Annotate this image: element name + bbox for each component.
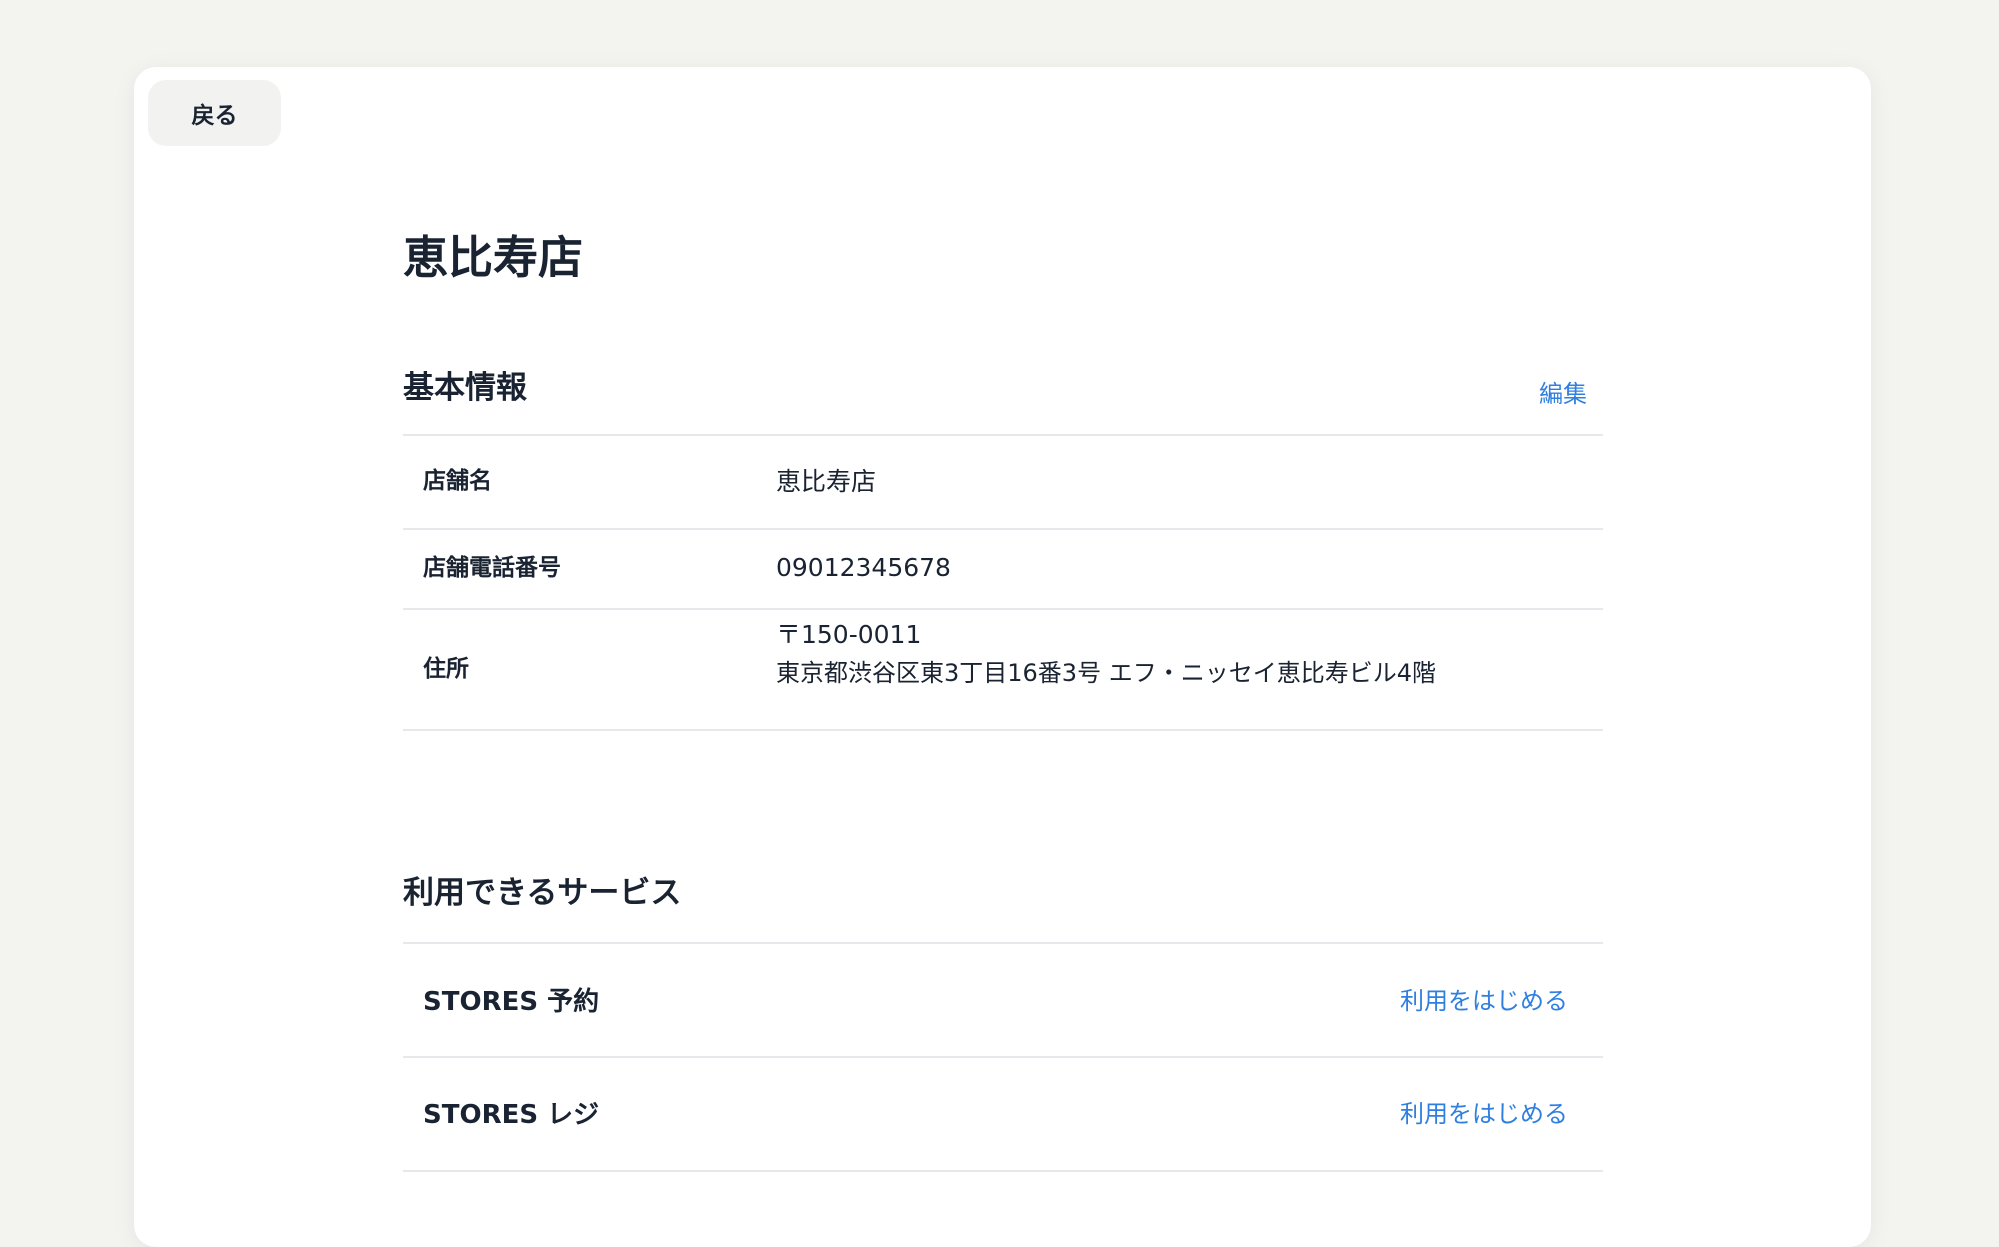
page-title: 恵比寿店 xyxy=(403,231,584,284)
info-row-label: 店舗電話番号 xyxy=(423,555,561,581)
start-service-link[interactable]: 利用をはじめる xyxy=(1400,1102,1568,1126)
basic-info-heading: 基本情報 xyxy=(403,370,527,406)
divider xyxy=(403,1056,1603,1058)
edit-link[interactable]: 編集 xyxy=(1539,374,1587,409)
info-row-value: 09012345678 xyxy=(776,553,951,582)
info-row-label: 住所 xyxy=(423,656,469,682)
divider xyxy=(403,1170,1603,1172)
start-service-link[interactable]: 利用をはじめる xyxy=(1400,989,1568,1013)
postal-code: 〒150-0011 xyxy=(776,620,922,649)
divider xyxy=(403,729,1603,731)
info-row-value: 恵比寿店 xyxy=(776,467,877,496)
service-name: STORES レジ xyxy=(423,1100,600,1130)
services-heading: 利用できるサービス xyxy=(403,875,682,911)
service-name: STORES 予約 xyxy=(423,987,600,1017)
divider xyxy=(403,608,1603,610)
address-line: 東京都渋谷区東3丁目16番3号 エフ・ニッセイ恵比寿ビル4階 xyxy=(776,659,1436,687)
divider xyxy=(403,434,1603,436)
store-detail-card: 戻る 恵比寿店 基本情報 編集 店舗名 恵比寿店 店舗電話番号 09012345… xyxy=(134,67,1871,1247)
divider xyxy=(403,942,1603,944)
divider xyxy=(403,528,1603,530)
back-button[interactable]: 戻る xyxy=(148,80,281,146)
info-row-label: 店舗名 xyxy=(423,468,492,494)
